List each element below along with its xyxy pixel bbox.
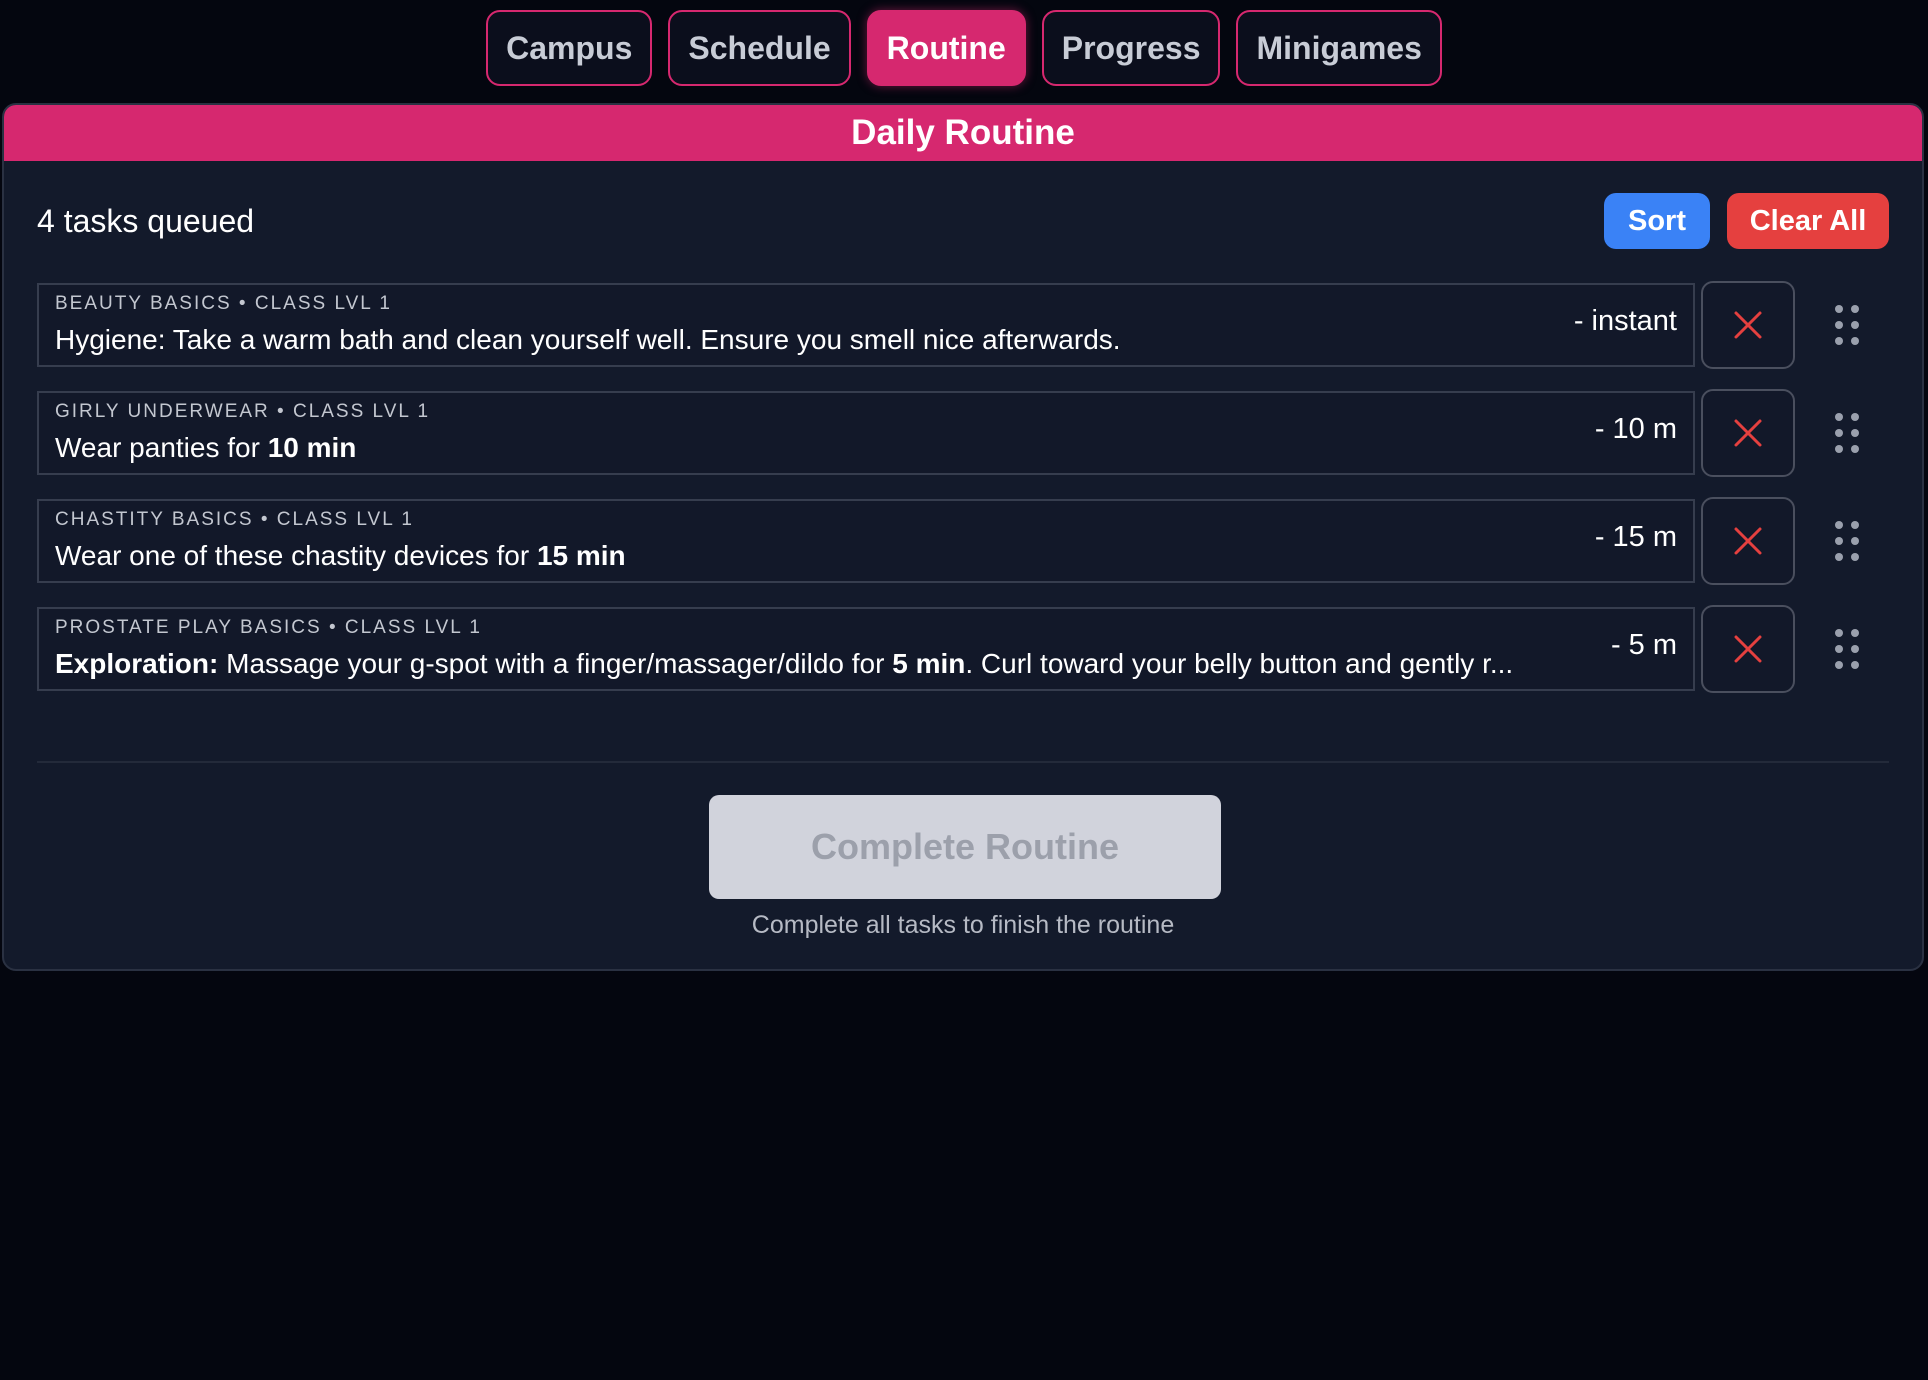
close-icon [1734, 419, 1762, 447]
task-card[interactable]: CHASTITY BASICS • CLASS LVL 1 Wear one o… [37, 499, 1695, 583]
task-meta: CHASTITY BASICS • CLASS LVL 1 [55, 509, 414, 530]
task-meta: PROSTATE PLAY BASICS • CLASS LVL 1 [55, 617, 482, 638]
task-text-emphasis: Exploration: [55, 648, 219, 679]
task-duration: - 5 m [1610, 629, 1677, 661]
task-row: PROSTATE PLAY BASICS • CLASS LVL 1 Explo… [37, 605, 1877, 693]
close-icon [1734, 635, 1762, 663]
task-meta: BEAUTY BASICS • CLASS LVL 1 [55, 293, 392, 314]
task-text-fragment: Hygiene: Take a warm bath and clean your… [55, 324, 1121, 355]
task-duration: - instant [1573, 305, 1677, 337]
task-duration: - 15 m [1594, 521, 1677, 553]
drag-handle-icon[interactable] [1835, 521, 1865, 561]
remove-task-button[interactable] [1701, 497, 1795, 585]
panel-title: Daily Routine [4, 105, 1922, 161]
remove-task-button[interactable] [1701, 605, 1795, 693]
queue-bar: 4 tasks queued Sort Clear All [37, 193, 1889, 249]
close-icon [1734, 527, 1762, 555]
tab-progress[interactable]: Progress [1041, 10, 1221, 86]
task-row: CHASTITY BASICS • CLASS LVL 1 Wear one o… [37, 497, 1877, 585]
task-text-fragment: Massage your g-spot with a finger/massag… [218, 648, 893, 679]
task-text: Hygiene: Take a warm bath and clean your… [55, 321, 1585, 359]
tab-schedule[interactable]: Schedule [668, 10, 851, 86]
tab-minigames[interactable]: Minigames [1236, 10, 1442, 86]
task-duration: - 10 m [1594, 413, 1677, 445]
routine-panel: Daily Routine 4 tasks queued Sort Clear … [2, 103, 1924, 971]
task-meta: GIRLY UNDERWEAR • CLASS LVL 1 [55, 401, 431, 422]
tab-routine[interactable]: Routine [866, 10, 1026, 86]
complete-routine-button[interactable]: Complete Routine [709, 795, 1221, 899]
main-tabbar: Campus Schedule Routine Progress Minigam… [0, 10, 1928, 86]
clear-all-button[interactable]: Clear All [1727, 193, 1889, 249]
close-icon [1734, 311, 1762, 339]
task-text: Wear panties for 10 min [55, 429, 1585, 467]
drag-handle-icon[interactable] [1835, 305, 1865, 345]
drag-handle-icon[interactable] [1835, 629, 1865, 669]
task-text-fragment: Wear one of these chastity devices for [55, 540, 537, 571]
remove-task-button[interactable] [1701, 281, 1795, 369]
task-row: BEAUTY BASICS • CLASS LVL 1 Hygiene: Tak… [37, 281, 1877, 369]
task-text: Wear one of these chastity devices for 1… [55, 537, 1585, 575]
complete-hint: Complete all tasks to finish the routine [751, 911, 1175, 939]
task-text-fragment: Wear panties for [55, 432, 268, 463]
task-text: Exploration: Massage your g-spot with a … [55, 645, 1585, 683]
remove-task-button[interactable] [1701, 389, 1795, 477]
queue-count: 4 tasks queued [37, 202, 255, 239]
queue-actions: Sort Clear All [1604, 193, 1889, 249]
task-card[interactable]: PROSTATE PLAY BASICS • CLASS LVL 1 Explo… [37, 607, 1695, 691]
task-list: BEAUTY BASICS • CLASS LVL 1 Hygiene: Tak… [37, 281, 1877, 713]
task-row: GIRLY UNDERWEAR • CLASS LVL 1 Wear panti… [37, 389, 1877, 477]
sort-button[interactable]: Sort [1604, 193, 1710, 249]
drag-handle-icon[interactable] [1835, 413, 1865, 453]
task-text-emphasis: 15 min [536, 540, 626, 571]
task-card[interactable]: BEAUTY BASICS • CLASS LVL 1 Hygiene: Tak… [37, 283, 1695, 367]
task-text-emphasis: 10 min [267, 432, 357, 463]
task-card[interactable]: GIRLY UNDERWEAR • CLASS LVL 1 Wear panti… [37, 391, 1695, 475]
task-text-emphasis: 5 min [892, 648, 966, 679]
tab-campus[interactable]: Campus [486, 10, 653, 86]
task-text-fragment: . Curl toward your belly button and gent… [965, 648, 1514, 679]
divider [37, 761, 1889, 763]
